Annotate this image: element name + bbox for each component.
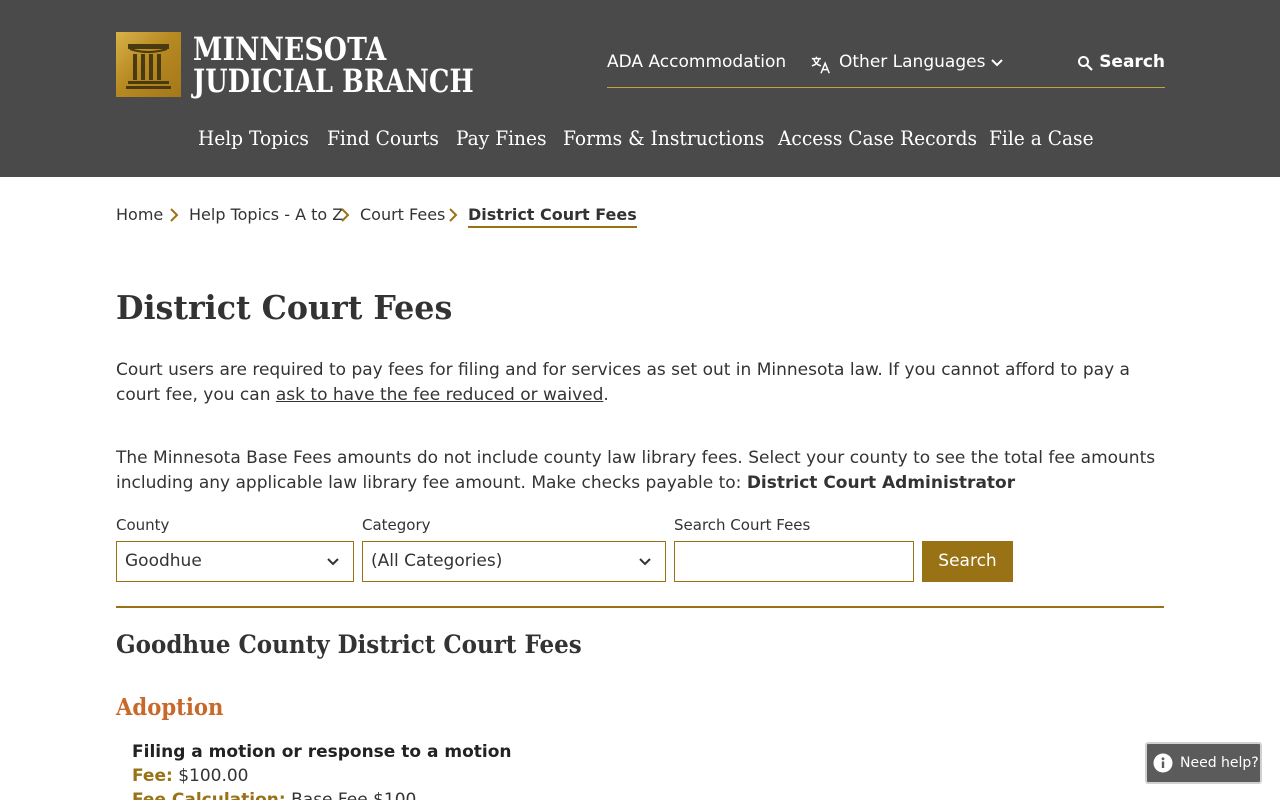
fee-item-name: Filing a motion or response to a motion: [132, 742, 512, 762]
header-search-label: Search: [1099, 52, 1165, 72]
chevron-down-icon: [991, 59, 1003, 67]
category-heading-adoption: Adoption: [116, 694, 224, 721]
translate-icon: [811, 56, 830, 74]
chevron-right-icon: [449, 208, 458, 222]
breadcrumb-help-topics[interactable]: Help Topics - A to Z: [189, 205, 343, 224]
fee-item: Filing a motion or response to a motion …: [132, 740, 1032, 800]
nav-file-a-case[interactable]: File a Case: [989, 126, 1094, 150]
category-label: Category: [362, 516, 431, 534]
library-fee-note: The Minnesota Base Fees amounts do not i…: [116, 446, 1176, 496]
other-languages-label: Other Languages: [839, 52, 986, 72]
logo-pillar-icon[interactable]: [116, 32, 181, 97]
need-help-label: Need help?: [1180, 755, 1259, 771]
county-select[interactable]: Goodhue: [116, 541, 354, 582]
fee-amount-line: Fee: $100.00: [132, 764, 1032, 788]
ada-accommodation-link[interactable]: ADA Accommodation: [607, 52, 786, 72]
intro-text-end: .: [603, 385, 609, 405]
site-header: MINNESOTA JUDICIAL BRANCH ADA Accommodat…: [0, 0, 1280, 177]
category-select[interactable]: (All Categories): [362, 541, 666, 582]
category-select-value: (All Categories): [371, 551, 503, 571]
county-fees-heading: Goodhue County District Court Fees: [116, 630, 582, 659]
payee-name: District Court Administrator: [746, 473, 1016, 493]
fee-calculation-value: Base Fee $100: [291, 790, 417, 800]
header-search-button[interactable]: Search: [1078, 52, 1165, 72]
chevron-right-icon: [170, 208, 179, 222]
logo-line-1: MINNESOTA: [193, 30, 387, 68]
search-fees-input[interactable]: [674, 541, 914, 582]
breadcrumb-court-fees[interactable]: Court Fees: [360, 205, 445, 224]
results-divider: [116, 606, 1164, 608]
nav-forms-instructions[interactable]: Forms & Instructions: [563, 126, 764, 150]
chevron-down-icon: [327, 558, 339, 566]
fee-waiver-link[interactable]: ask to have the fee reduced or waived: [276, 385, 604, 405]
search-fees-button[interactable]: Search: [922, 541, 1013, 582]
search-fees-label: Search Court Fees: [674, 516, 811, 534]
breadcrumb-home[interactable]: Home: [116, 205, 163, 224]
fee-calculation-label: Fee Calculation:: [132, 790, 286, 800]
nav-access-case-records[interactable]: Access Case Records: [778, 126, 977, 150]
county-label: County: [116, 516, 170, 534]
page-title: District Court Fees: [116, 288, 453, 327]
nav-find-courts[interactable]: Find Courts: [327, 126, 439, 150]
main-navigation: Help Topics Find Courts Pay Fines Forms …: [0, 126, 1280, 156]
info-icon: [1153, 753, 1173, 773]
county-select-value: Goodhue: [125, 551, 202, 571]
fee-amount: $100.00: [178, 766, 249, 786]
breadcrumb-current: District Court Fees: [468, 205, 637, 228]
nav-help-topics[interactable]: Help Topics: [198, 126, 309, 150]
search-icon: [1078, 56, 1093, 71]
chevron-right-icon: [341, 208, 350, 222]
utility-bar: ADA Accommodation Other Languages Search: [607, 50, 1165, 88]
intro-paragraph: Court users are required to pay fees for…: [116, 358, 1176, 408]
fee-calculation-line: Fee Calculation: Base Fee $100: [132, 788, 1032, 800]
intro-text: Court users are required to pay fees for…: [116, 360, 1130, 405]
nav-pay-fines[interactable]: Pay Fines: [456, 126, 547, 150]
need-help-button[interactable]: Need help?: [1145, 742, 1262, 784]
logo-line-2: JUDICIAL BRANCH: [193, 62, 474, 100]
chevron-down-icon: [639, 558, 651, 566]
fee-label: Fee:: [132, 766, 173, 786]
